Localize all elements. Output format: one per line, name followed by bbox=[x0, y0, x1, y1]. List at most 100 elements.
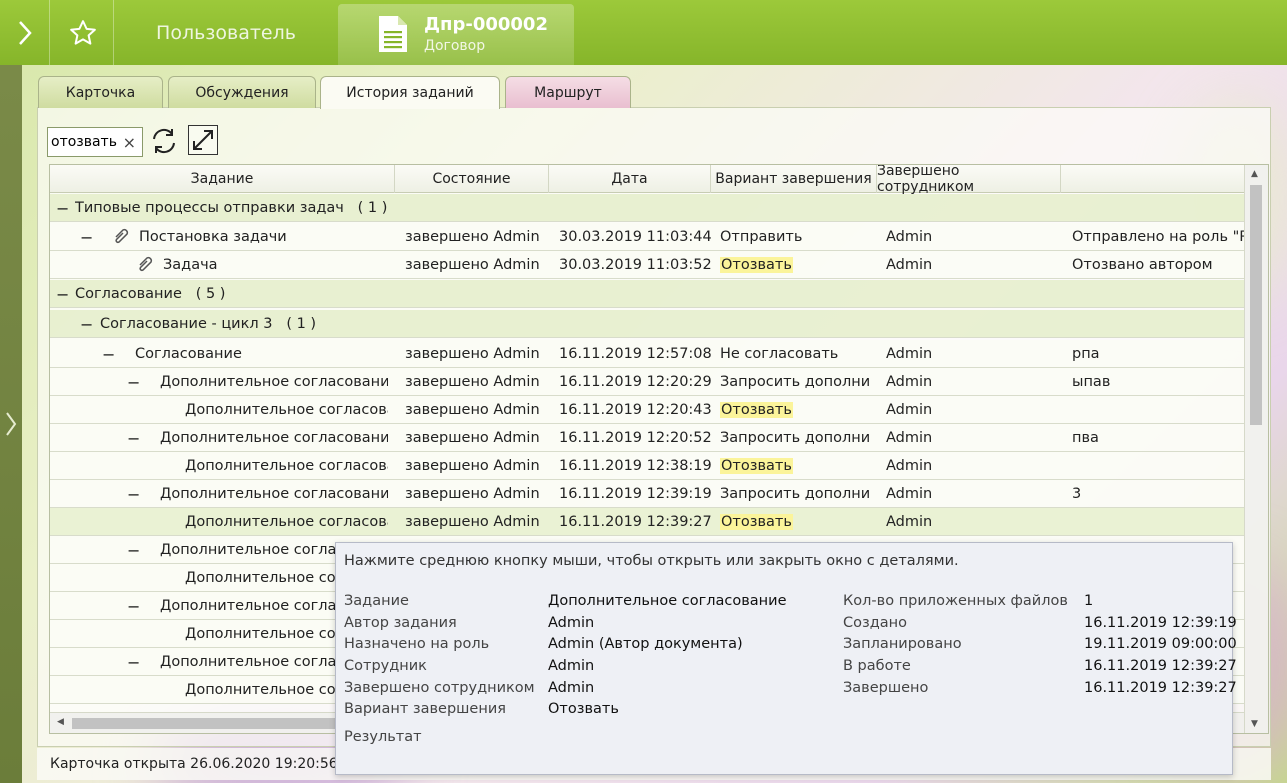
collapse-icon[interactable]: − bbox=[102, 340, 115, 368]
task-employee: Admin bbox=[886, 458, 933, 474]
task-date: 16.11.2019 12:38:19 bbox=[559, 458, 712, 474]
table-row[interactable]: Дополнительное согласова завершено Admin… bbox=[50, 396, 1244, 424]
tab-label: Карточка bbox=[65, 84, 136, 101]
left-sidebar-strip[interactable] bbox=[0, 65, 22, 783]
task-name: Дополнительное согла bbox=[160, 542, 337, 558]
task-variant: Запросить дополни bbox=[720, 374, 870, 390]
collapse-icon[interactable]: − bbox=[127, 592, 140, 620]
table-row[interactable]: Задача завершено Admin 30.03.2019 11:03:… bbox=[50, 251, 1244, 279]
detail-label: Создано bbox=[843, 615, 907, 631]
column-header-employee[interactable]: Завершено сотрудником bbox=[877, 165, 1061, 195]
task-name: Постановка задачи bbox=[139, 229, 287, 245]
collapse-icon[interactable]: − bbox=[127, 424, 140, 452]
expand-button[interactable] bbox=[188, 125, 218, 155]
vertical-scrollbar[interactable]: ▲ ▼ bbox=[1244, 165, 1268, 733]
tab-label: История заданий bbox=[346, 85, 474, 101]
task-date: 16.11.2019 12:20:43 bbox=[559, 402, 712, 418]
task-variant: Запросить дополни bbox=[720, 486, 870, 502]
task-name: Дополнительное согла bbox=[160, 598, 337, 614]
document-tab[interactable]: Дпр-000002 Договор bbox=[338, 4, 574, 65]
task-result: 3 bbox=[1072, 486, 1082, 502]
table-row[interactable]: Дополнительное согласова завершено Admin… bbox=[50, 452, 1244, 480]
tab-route[interactable]: Маршрут bbox=[505, 76, 631, 108]
column-header-variant[interactable]: Вариант завершения bbox=[711, 165, 877, 193]
task-date: 30.03.2019 11:03:52 bbox=[559, 257, 712, 273]
favorite-button[interactable] bbox=[52, 0, 114, 65]
collapse-icon[interactable]: − bbox=[80, 223, 93, 251]
table-row[interactable]: − Дополнительное согласование завершено … bbox=[50, 424, 1244, 452]
tab-card[interactable]: Карточка bbox=[38, 76, 163, 108]
detail-label: Сотрудник bbox=[344, 658, 427, 674]
clear-icon[interactable]: × bbox=[123, 133, 136, 152]
detail-value: 19.11.2019 09:00:00 bbox=[1084, 636, 1237, 652]
collapse-icon[interactable]: − bbox=[56, 280, 69, 308]
task-state: завершено Admin bbox=[405, 458, 540, 474]
task-variant: Отозвать bbox=[720, 514, 793, 530]
column-header-task[interactable]: Задание bbox=[50, 165, 395, 193]
task-name: Дополнительное сог bbox=[185, 682, 344, 698]
refresh-button[interactable] bbox=[148, 125, 180, 157]
scroll-left-icon[interactable]: ◀ bbox=[57, 717, 64, 727]
task-variant: Отозвать bbox=[720, 458, 793, 474]
task-state: завершено Admin bbox=[405, 486, 540, 502]
detail-value: 16.11.2019 12:39:19 bbox=[1084, 615, 1237, 631]
table-row[interactable]: − Дополнительное согласование завершено … bbox=[50, 480, 1244, 508]
task-state: завершено Admin bbox=[405, 346, 540, 362]
task-variant: Отозвать bbox=[720, 402, 793, 418]
sidebar-toggle-button[interactable] bbox=[0, 0, 50, 65]
task-name: Дополнительное согласова bbox=[185, 458, 388, 474]
task-date: 16.11.2019 12:39:27 bbox=[559, 514, 712, 530]
column-header-state[interactable]: Состояние bbox=[395, 165, 549, 193]
collapse-icon[interactable]: − bbox=[127, 536, 140, 564]
detail-value: Admin bbox=[548, 658, 595, 674]
detail-label: Автор задания bbox=[344, 615, 457, 631]
group-label: Типовые процессы отправки задач ( 1 ) bbox=[75, 200, 388, 216]
detail-label: Кол-во приложенных файлов bbox=[843, 593, 1068, 609]
task-name: Задача bbox=[163, 257, 218, 273]
top-bar: Пользователь Дпр-000002 Договор bbox=[0, 0, 1287, 65]
star-icon bbox=[69, 19, 96, 45]
scrollbar-thumb[interactable] bbox=[1250, 185, 1262, 425]
tab-task-history[interactable]: История заданий bbox=[320, 76, 500, 109]
collapse-icon[interactable]: − bbox=[127, 368, 140, 396]
refresh-icon bbox=[153, 128, 175, 154]
task-name: Дополнительное согласова bbox=[185, 514, 388, 530]
document-title: Дпр-000002 bbox=[424, 14, 548, 35]
group-row[interactable]: − Согласование - цикл 3 ( 1 ) bbox=[50, 310, 1244, 338]
detail-value: 1 bbox=[1084, 593, 1094, 609]
group-label: Согласование - цикл 3 ( 1 ) bbox=[100, 316, 317, 332]
paperclip-icon bbox=[115, 228, 129, 244]
group-label: Согласование ( 5 ) bbox=[75, 286, 226, 302]
task-date: 16.11.2019 12:20:52 bbox=[559, 430, 712, 446]
task-name: Дополнительное согласование bbox=[160, 486, 388, 502]
table-row[interactable]: − Постановка задачи завершено Admin 30.0… bbox=[50, 223, 1244, 251]
detail-value: Отозвать bbox=[548, 701, 619, 717]
task-name: Дополнительное согла bbox=[160, 654, 337, 670]
scroll-down-icon[interactable]: ▼ bbox=[1251, 719, 1258, 729]
user-menu[interactable]: Пользователь bbox=[116, 0, 336, 65]
collapse-icon[interactable]: − bbox=[56, 194, 69, 222]
collapse-icon[interactable]: − bbox=[127, 480, 140, 508]
table-row[interactable]: − Дополнительное согласование завершено … bbox=[50, 368, 1244, 396]
detail-value: Admin (Автор документа) bbox=[548, 636, 743, 652]
task-date: 16.11.2019 12:57:08 bbox=[559, 346, 712, 362]
detail-label: В работе bbox=[843, 658, 911, 674]
task-employee: Admin bbox=[886, 229, 933, 245]
group-row[interactable]: − Типовые процессы отправки задач ( 1 ) bbox=[50, 194, 1244, 222]
table-row-selected[interactable]: Дополнительное согласова завершено Admin… bbox=[50, 508, 1244, 536]
detail-label: Результат bbox=[344, 729, 422, 745]
table-row[interactable]: − Согласование завершено Admin 16.11.201… bbox=[50, 340, 1244, 368]
search-input[interactable] bbox=[51, 134, 119, 150]
tab-discussions[interactable]: Обсуждения bbox=[168, 76, 316, 108]
group-row[interactable]: − Согласование ( 5 ) bbox=[50, 280, 1244, 308]
task-name: Согласование bbox=[135, 346, 242, 362]
detail-value: 16.11.2019 12:39:27 bbox=[1084, 658, 1237, 674]
detail-label: Задание bbox=[344, 593, 409, 609]
task-state: завершено Admin bbox=[405, 257, 540, 273]
collapse-icon[interactable]: − bbox=[127, 648, 140, 676]
scroll-up-icon[interactable]: ▲ bbox=[1251, 169, 1258, 179]
collapse-icon[interactable]: − bbox=[80, 310, 93, 338]
status-text: Карточка открыта 26.06.2020 19:20:56 за … bbox=[50, 756, 372, 772]
column-header-date[interactable]: Дата bbox=[549, 165, 711, 193]
chevron-right-icon bbox=[6, 412, 17, 436]
